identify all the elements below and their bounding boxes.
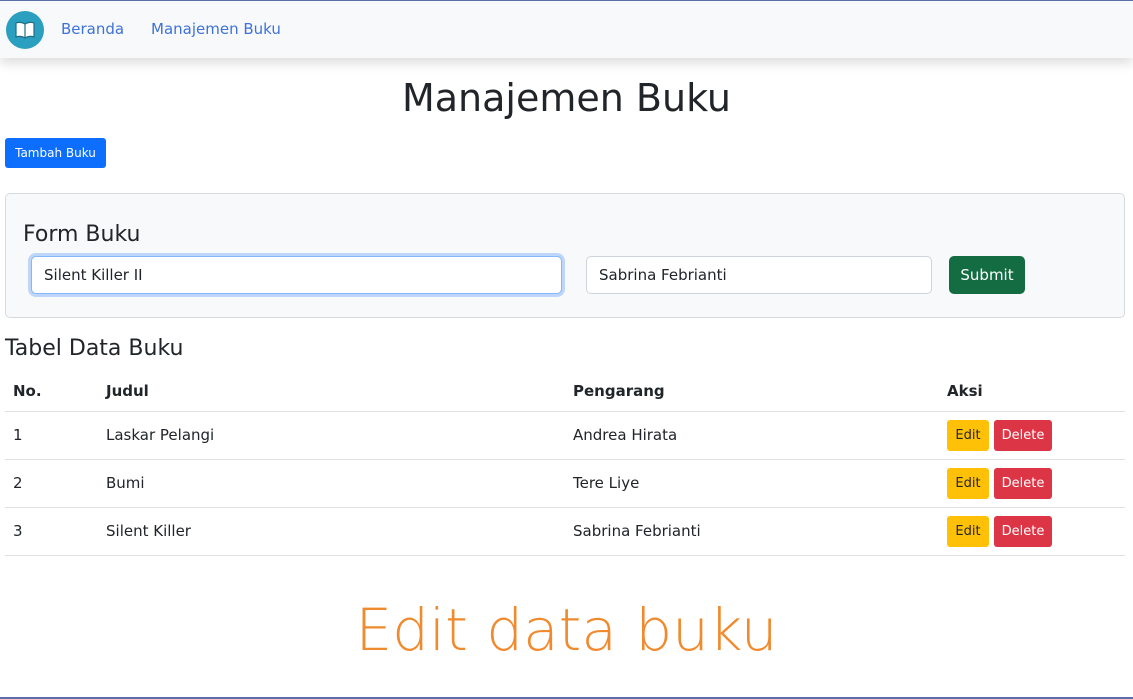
books-table: No. Judul Pengarang Aksi 1 Laskar Pelang… — [5, 372, 1125, 556]
cell-judul: Bumi — [98, 459, 565, 508]
delete-button[interactable]: Delete — [994, 515, 1052, 547]
nav-link-manajemen-buku[interactable]: Manajemen Buku — [151, 20, 281, 38]
cell-judul: Silent Killer — [98, 507, 565, 556]
submit-button[interactable]: Submit — [949, 256, 1025, 294]
form-title: Form Buku — [23, 222, 141, 247]
navbar: Beranda Manajemen Buku — [0, 0, 1133, 58]
table-title: Tabel Data Buku — [5, 336, 184, 361]
cell-pengarang: Andrea Hirata — [565, 411, 939, 460]
book-form-card: Form Buku Submit — [5, 193, 1125, 318]
edit-button[interactable]: Edit — [947, 515, 989, 547]
cell-pengarang: Tere Liye — [565, 459, 939, 508]
cell-aksi: Edit Delete — [939, 459, 1125, 508]
add-book-button[interactable]: Tambah Buku — [5, 138, 106, 168]
cell-no: 3 — [5, 507, 98, 556]
header-judul: Judul — [98, 372, 565, 412]
edit-button[interactable]: Edit — [947, 419, 989, 451]
delete-button[interactable]: Delete — [994, 419, 1052, 451]
table-row: 1 Laskar Pelangi Andrea Hirata Edit Delet… — [5, 411, 1125, 460]
nav-link-beranda[interactable]: Beranda — [61, 20, 124, 38]
cell-aksi: Edit Delete — [939, 507, 1125, 556]
cell-no: 2 — [5, 459, 98, 508]
page-title: Manajemen Buku — [401, 76, 731, 120]
judul-input[interactable] — [31, 256, 562, 294]
cell-pengarang: Sabrina Febrianti — [565, 507, 939, 556]
table-row: 3 Silent Killer Sabrina Febrianti Edit De… — [5, 507, 1125, 556]
edit-button[interactable]: Edit — [947, 467, 989, 499]
pengarang-input[interactable] — [586, 256, 932, 294]
video-caption: Edit data buku — [355, 596, 778, 664]
cell-judul: Laskar Pelangi — [98, 411, 565, 460]
table-row: 2 Bumi Tere Liye Edit Delete — [5, 459, 1125, 508]
delete-button[interactable]: Delete — [994, 467, 1052, 499]
header-pengarang: Pengarang — [565, 372, 939, 412]
cell-no: 1 — [5, 411, 98, 460]
header-aksi: Aksi — [939, 372, 1125, 412]
header-no: No. — [5, 372, 98, 412]
book-icon[interactable] — [6, 11, 44, 49]
cell-aksi: Edit Delete — [939, 411, 1125, 460]
table-header-row: No. Judul Pengarang Aksi — [5, 372, 1125, 412]
